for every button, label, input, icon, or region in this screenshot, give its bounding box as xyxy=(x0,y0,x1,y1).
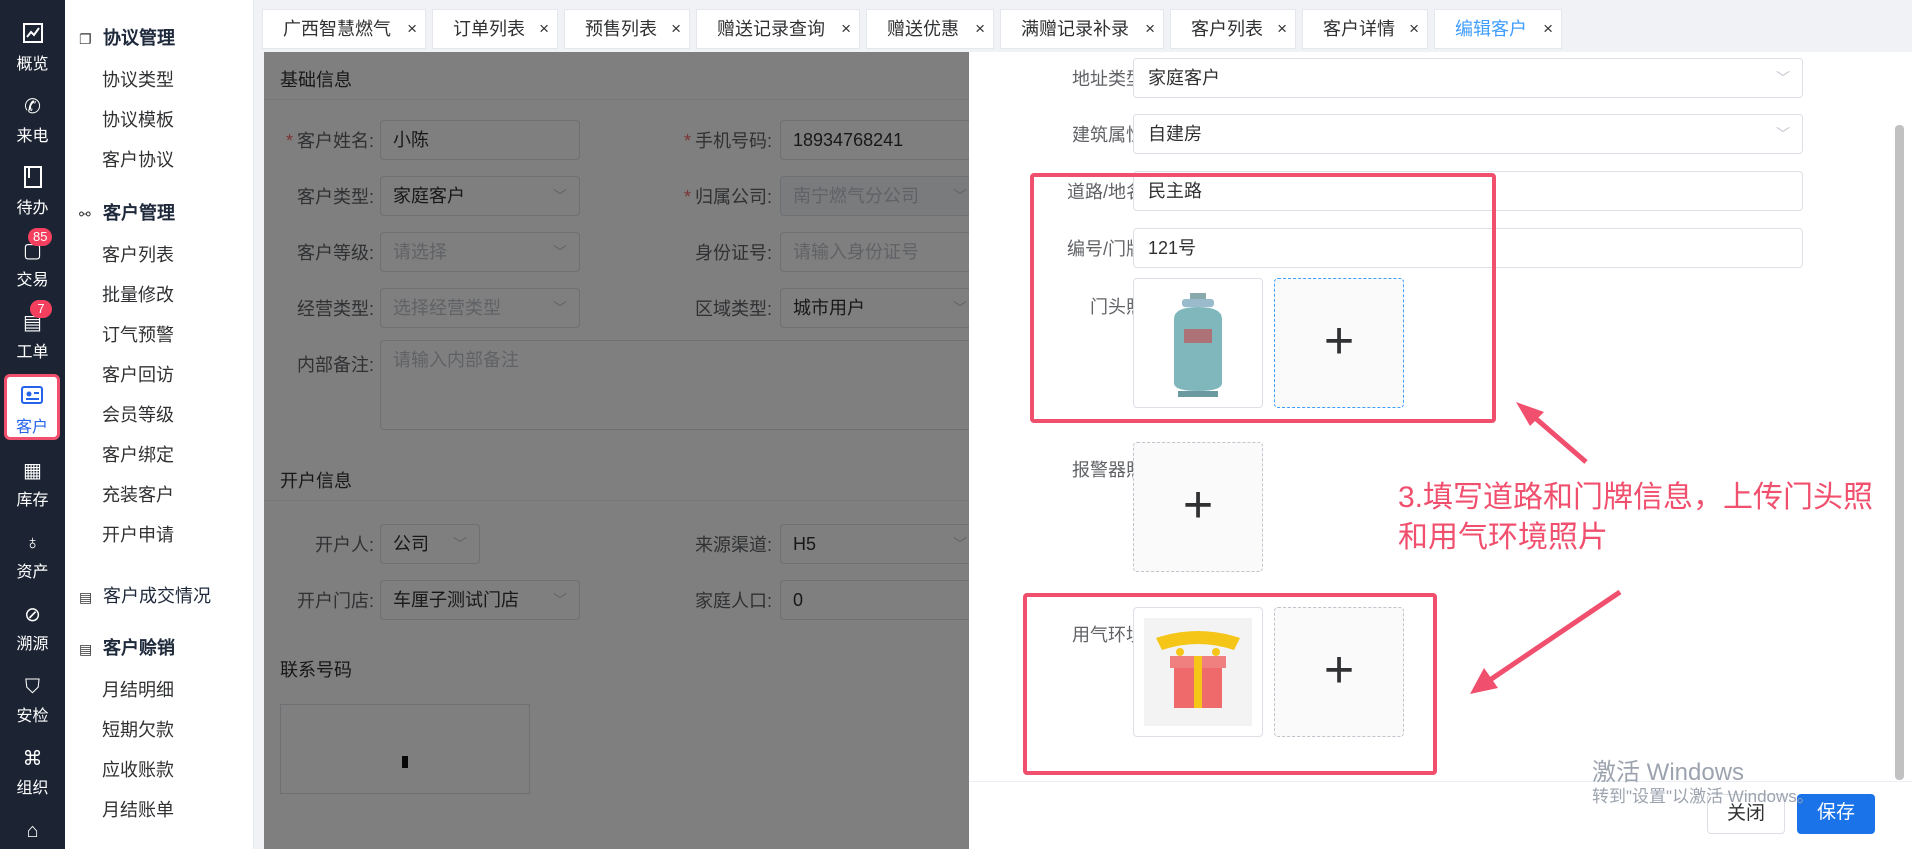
annotation-line-2: 和用气环境照片 xyxy=(1398,521,1608,554)
arrow-head-lower xyxy=(1470,668,1498,694)
annotation-arrows xyxy=(1470,402,1622,694)
annotation-line-1: 3.填写道路和门牌信息，上传门头照 xyxy=(1398,481,1874,514)
drawer-scrollbar[interactable] xyxy=(1895,125,1904,780)
instruction-annotation: 3.填写道路和门牌信息，上传门头照 和用气环境照片 xyxy=(1398,478,1908,558)
arrow-line-lower xyxy=(1482,589,1622,687)
windows-watermark-subtitle: 转到"设置"以激活 Windows。 xyxy=(1592,787,1814,806)
